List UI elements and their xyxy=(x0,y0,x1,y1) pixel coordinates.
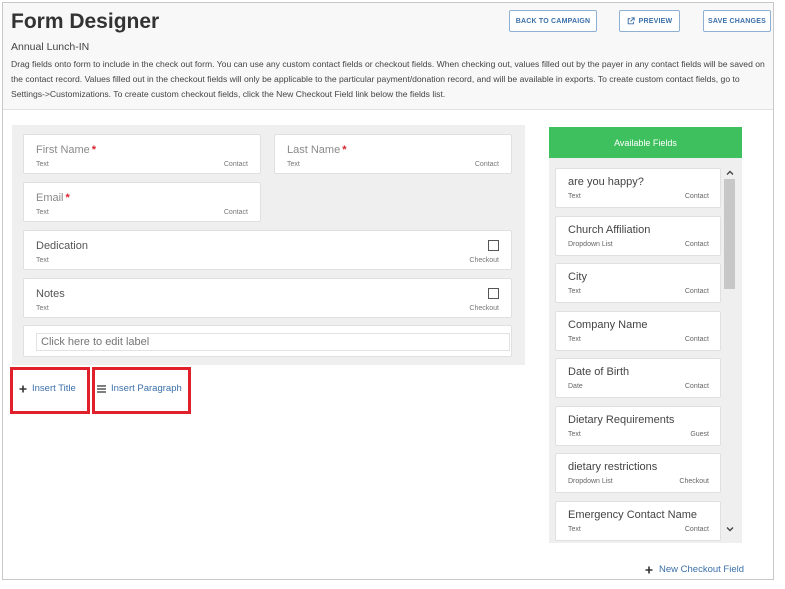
scroll-up-icon[interactable] xyxy=(726,169,734,177)
available-fields-heading: Available Fields xyxy=(549,127,742,158)
field-type: Text xyxy=(36,209,49,216)
field-category: Contact xyxy=(223,209,248,216)
required-asterisk: * xyxy=(91,144,97,156)
save-changes-button[interactable]: SAVE CHANGES xyxy=(703,10,771,32)
available-fields-panel: Available Fields are you happy? Text Con… xyxy=(549,127,742,543)
insert-paragraph-label: Insert Paragraph xyxy=(111,383,182,394)
page-title: Form Designer xyxy=(11,10,160,33)
form-canvas[interactable]: First Name * Text Contact Last Name * Text… xyxy=(12,125,525,365)
preview-label: PREVIEW xyxy=(638,17,673,25)
field-type: Text xyxy=(287,161,300,168)
available-field-item[interactable]: Church Affiliation Dropdown List Contact xyxy=(555,216,721,256)
required-asterisk: * xyxy=(65,192,70,204)
field-label: Dedication xyxy=(36,240,88,252)
insert-paragraph-link[interactable]: Insert Paragraph xyxy=(97,383,182,394)
preview-button[interactable]: PREVIEW xyxy=(619,10,680,32)
field-label: are you happy? xyxy=(568,176,644,188)
form-field-notes[interactable]: Notes Text Checkout xyxy=(23,278,512,318)
form-field-last-name[interactable]: Last Name * Text Contact xyxy=(274,134,512,174)
field-category: Guest xyxy=(690,431,709,438)
new-checkout-field-label: New Checkout Field xyxy=(659,564,745,575)
form-field-first-name[interactable]: First Name * Text Contact xyxy=(23,134,261,174)
form-field-dedication[interactable]: Dedication Text Checkout xyxy=(23,230,512,270)
field-type: Text xyxy=(568,526,581,533)
available-field-item[interactable]: dietary restrictions Dropdown List Check… xyxy=(555,453,721,493)
plus-icon xyxy=(645,566,653,573)
field-category: Checkout xyxy=(469,305,499,312)
field-label: Last Name * xyxy=(287,144,347,156)
field-type: Text xyxy=(36,161,49,168)
field-type: Text xyxy=(36,305,49,312)
field-label: Date of Birth xyxy=(568,366,630,378)
field-label: Email * xyxy=(36,192,70,204)
field-category: Contact xyxy=(684,526,709,533)
save-changes-label: SAVE CHANGES xyxy=(708,17,766,25)
available-field-item[interactable]: are you happy? Text Contact xyxy=(555,168,721,208)
field-category: Checkout xyxy=(679,478,709,485)
field-type: Text xyxy=(568,193,581,200)
form-field-editable-label[interactable] xyxy=(23,325,512,357)
field-label: Church Affiliation xyxy=(568,224,651,236)
campaign-name: Annual Lunch-IN xyxy=(11,41,90,53)
field-label: Emergency Contact Name xyxy=(568,509,697,521)
available-field-item[interactable]: Company Name Text Contact xyxy=(555,311,721,351)
field-label: First Name * xyxy=(36,144,97,156)
field-type: Text xyxy=(36,257,49,264)
field-type: Text xyxy=(568,431,581,438)
field-label: dietary restrictions xyxy=(568,461,658,473)
field-category: Contact xyxy=(474,161,499,168)
available-field-item[interactable]: Emergency Contact Name Text Contact xyxy=(555,501,721,541)
plus-icon xyxy=(19,385,27,392)
available-field-item[interactable]: Date of Birth Date Contact xyxy=(555,358,721,398)
field-category: Checkout xyxy=(469,257,499,264)
external-link-icon xyxy=(627,17,635,25)
insert-title-label: Insert Title xyxy=(32,383,76,394)
available-field-item[interactable]: City Text Contact xyxy=(555,263,721,303)
required-asterisk: * xyxy=(342,144,347,156)
field-type: Text xyxy=(568,288,581,295)
new-checkout-field-link[interactable]: New Checkout Field xyxy=(645,564,744,575)
page-header: Form Designer Annual Lunch-IN Drag field… xyxy=(3,3,773,110)
field-label: City xyxy=(568,271,587,283)
field-checkbox[interactable] xyxy=(488,288,499,299)
field-category: Contact xyxy=(684,241,709,248)
insert-title-link[interactable]: Insert Title xyxy=(19,383,76,394)
scrollbar-thumb[interactable] xyxy=(724,179,735,289)
available-field-item[interactable]: Dietary Requirements Text Guest xyxy=(555,406,721,446)
scroll-down-icon[interactable] xyxy=(726,525,734,533)
edit-label-input[interactable] xyxy=(36,333,510,351)
form-designer-window: Form Designer Annual Lunch-IN Drag field… xyxy=(2,2,774,580)
field-type: Dropdown List xyxy=(568,478,613,485)
field-type: Text xyxy=(568,336,581,343)
form-field-email[interactable]: Email * Text Contact xyxy=(23,182,261,222)
back-to-campaign-label: BACK TO CAMPAIGN xyxy=(515,17,591,25)
field-category: Contact xyxy=(684,193,709,200)
field-checkbox[interactable] xyxy=(488,240,499,251)
field-label: Dietary Requirements xyxy=(568,414,675,426)
field-category: Contact xyxy=(684,383,709,390)
field-type: Dropdown List xyxy=(568,241,613,248)
field-label: Company Name xyxy=(568,319,648,331)
instructions-text: Drag fields onto form to include in the … xyxy=(11,59,765,99)
field-category: Contact xyxy=(684,336,709,343)
field-type: Date xyxy=(568,383,583,390)
field-label: Notes xyxy=(36,288,65,300)
paragraph-icon xyxy=(97,384,106,393)
field-category: Contact xyxy=(223,161,248,168)
back-to-campaign-button[interactable]: BACK TO CAMPAIGN xyxy=(509,10,597,32)
field-category: Contact xyxy=(684,288,709,295)
